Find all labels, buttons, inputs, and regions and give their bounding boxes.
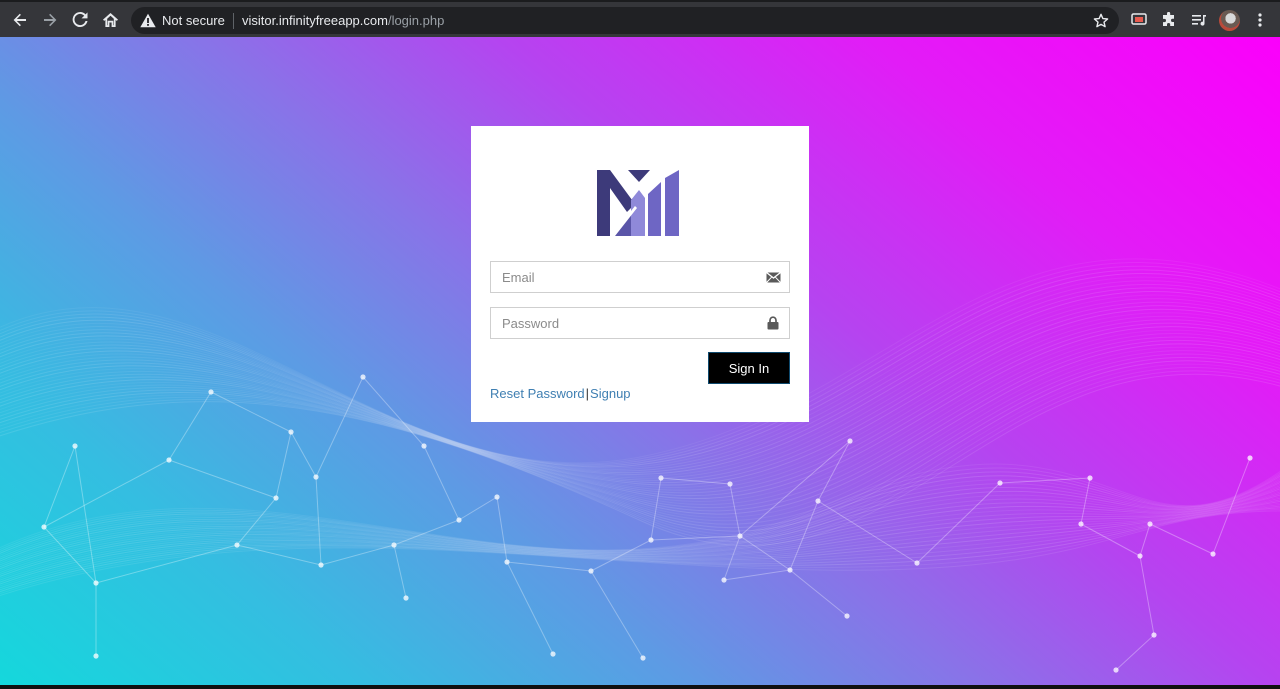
signup-link[interactable]: Signup <box>590 386 630 401</box>
url-host: visitor.infinityfreeapp.com <box>242 13 388 28</box>
reload-icon[interactable] <box>67 8 93 32</box>
profile-avatar[interactable] <box>1219 10 1240 31</box>
kebab-menu-icon[interactable] <box>1247 8 1273 32</box>
browser-toolbar: Not secure visitor.infinityfreeapp.com/l… <box>0 0 1280 37</box>
home-icon[interactable] <box>97 8 123 32</box>
password-input[interactable] <box>491 308 751 338</box>
login-card: Sign In Reset Password|Signup <box>471 126 809 422</box>
warning-icon <box>140 13 156 28</box>
security-indicator[interactable]: Not secure <box>140 12 225 29</box>
address-bar[interactable]: Not secure visitor.infinityfreeapp.com/l… <box>131 7 1119 34</box>
url-path: /login.php <box>387 13 445 28</box>
omnibox-divider <box>233 13 234 29</box>
brand-logo <box>595 166 683 240</box>
url-text[interactable]: visitor.infinityfreeapp.com/login.php <box>242 12 444 29</box>
reset-password-link[interactable]: Reset Password <box>490 386 585 401</box>
email-input[interactable] <box>491 262 751 292</box>
sign-in-button[interactable]: Sign In <box>708 352 790 384</box>
page-viewport: Sign In Reset Password|Signup <box>0 37 1280 689</box>
security-label: Not secure <box>162 13 225 28</box>
email-field[interactable] <box>490 261 790 293</box>
auth-links: Reset Password|Signup <box>490 386 631 402</box>
forward-icon[interactable] <box>37 8 63 32</box>
back-icon[interactable] <box>7 8 33 32</box>
password-field[interactable] <box>490 307 790 339</box>
cast-icon[interactable] <box>1126 8 1152 32</box>
link-separator: | <box>585 386 590 401</box>
lock-icon <box>765 316 781 330</box>
taskbar-edge <box>0 685 1280 689</box>
extensions-icon[interactable] <box>1156 8 1182 32</box>
star-icon[interactable] <box>1091 11 1111 31</box>
reading-list-icon[interactable] <box>1186 8 1212 32</box>
envelope-icon <box>765 270 781 284</box>
browser-window: Not secure visitor.infinityfreeapp.com/l… <box>0 0 1280 689</box>
